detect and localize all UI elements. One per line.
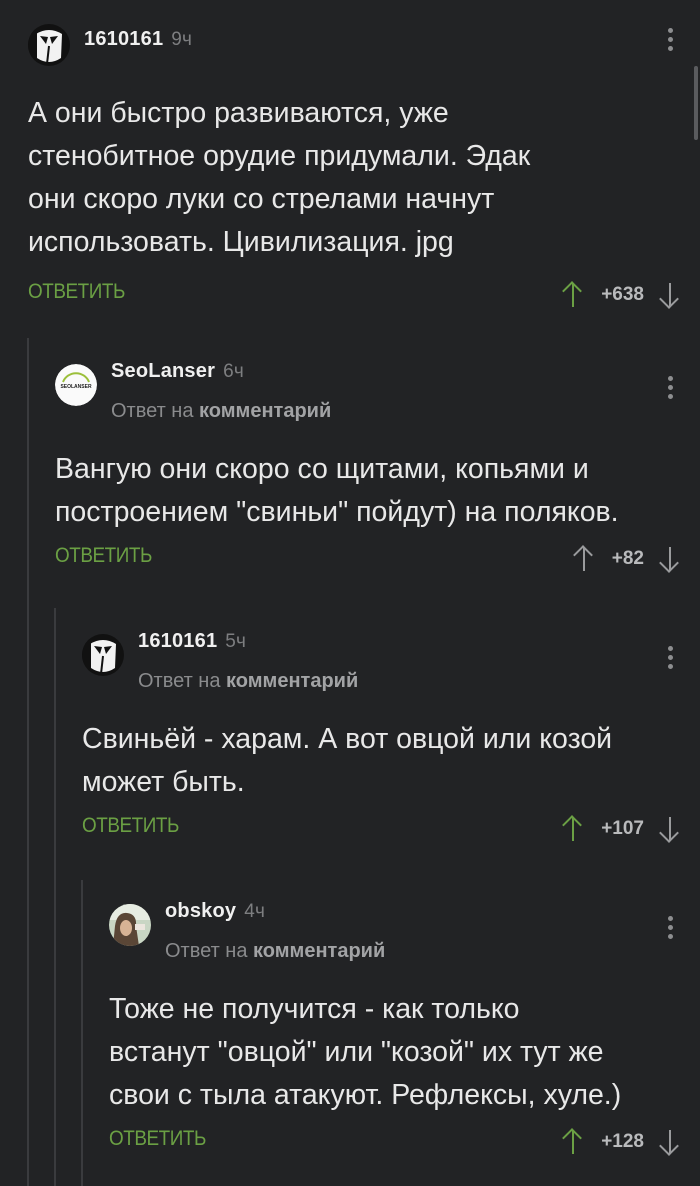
thread-line [54, 608, 56, 1186]
comment: 1610161 9ч А они быстро развиваются, уже … [28, 20, 700, 309]
score: +107 [601, 818, 644, 839]
score: +128 [601, 1131, 644, 1152]
mask-avatar[interactable] [82, 634, 124, 676]
more-options-icon[interactable] [668, 646, 674, 673]
reply-to-link[interactable]: Ответ на комментарий [165, 940, 385, 963]
downvote-arrow-icon[interactable] [658, 814, 682, 844]
more-options-icon[interactable] [668, 28, 674, 55]
vote-bar: +128 [561, 1125, 682, 1159]
more-options-icon[interactable] [668, 376, 674, 403]
thread-line [81, 880, 83, 1186]
comment-header: 1610161 9ч [28, 20, 700, 68]
photo-avatar[interactable] [109, 904, 151, 946]
username[interactable]: 1610161 9ч [84, 28, 192, 51]
upvote-arrow-icon[interactable] [561, 280, 585, 310]
comment: obskoy 4ч Ответ на комментарий Тоже не по… [109, 892, 700, 1156]
vote-bar: +638 [561, 278, 682, 312]
seolanser-logo-avatar[interactable]: SEOLANSER [55, 364, 97, 406]
username[interactable]: SeoLanser 6ч [111, 360, 244, 383]
reply-button[interactable]: ОТВЕТИТЬ [55, 544, 152, 568]
comment-text: Тоже не получится - как только встанут "… [109, 993, 622, 1111]
downvote-arrow-icon[interactable] [658, 1127, 682, 1157]
vote-bar: +82 [572, 542, 682, 576]
reply-button[interactable]: ОТВЕТИТЬ [82, 814, 179, 838]
comment-header: 1610161 5ч Ответ на комментарий [82, 622, 700, 692]
comment-actions: ОТВЕТИТЬ +638 [28, 280, 700, 316]
reply-to-link[interactable]: Ответ на комментарий [111, 400, 331, 423]
upvote-arrow-icon[interactable] [572, 544, 596, 574]
reply-button[interactable]: ОТВЕТИТЬ [28, 280, 125, 304]
comment: 1610161 5ч Ответ на комментарий Свиньёй -… [82, 622, 700, 843]
mask-avatar[interactable] [28, 24, 70, 66]
comment: SEOLANSER SeoLanser 6ч Ответ на комментар… [55, 352, 700, 573]
more-options-icon[interactable] [668, 916, 674, 943]
reply-button[interactable]: ОТВЕТИТЬ [109, 1127, 206, 1151]
comment-header: obskoy 4ч Ответ на комментарий [109, 892, 700, 962]
timestamp: 5ч [225, 631, 247, 652]
vote-bar: +107 [561, 812, 682, 846]
timestamp: 9ч [171, 29, 193, 50]
comment-actions: ОТВЕТИТЬ +82 [55, 544, 700, 580]
username[interactable]: 1610161 5ч [138, 630, 246, 653]
downvote-arrow-icon[interactable] [658, 280, 682, 310]
comment-actions: ОТВЕТИТЬ +128 [109, 1127, 700, 1163]
username[interactable]: obskoy 4ч [165, 900, 265, 923]
upvote-arrow-icon[interactable] [561, 1127, 585, 1157]
upvote-arrow-icon[interactable] [561, 814, 585, 844]
comment-text: А они быстро развиваются, уже стенобитно… [28, 97, 531, 258]
comment-actions: ОТВЕТИТЬ +107 [82, 814, 700, 850]
comment-text: Свиньёй - харам. А вот овцой или козой м… [82, 723, 613, 798]
score: +638 [601, 284, 644, 305]
thread-line [27, 338, 29, 1186]
reply-to-link[interactable]: Ответ на комментарий [138, 670, 358, 693]
comment-header: SEOLANSER SeoLanser 6ч Ответ на комментар… [55, 352, 700, 422]
score: +82 [611, 548, 644, 569]
svg-text:SEOLANSER: SEOLANSER [60, 384, 92, 390]
timestamp: 4ч [244, 901, 266, 922]
comment-text: Вангую они скоро со щитами, копьями и по… [55, 453, 619, 528]
timestamp: 6ч [223, 361, 244, 382]
downvote-arrow-icon[interactable] [658, 544, 682, 574]
